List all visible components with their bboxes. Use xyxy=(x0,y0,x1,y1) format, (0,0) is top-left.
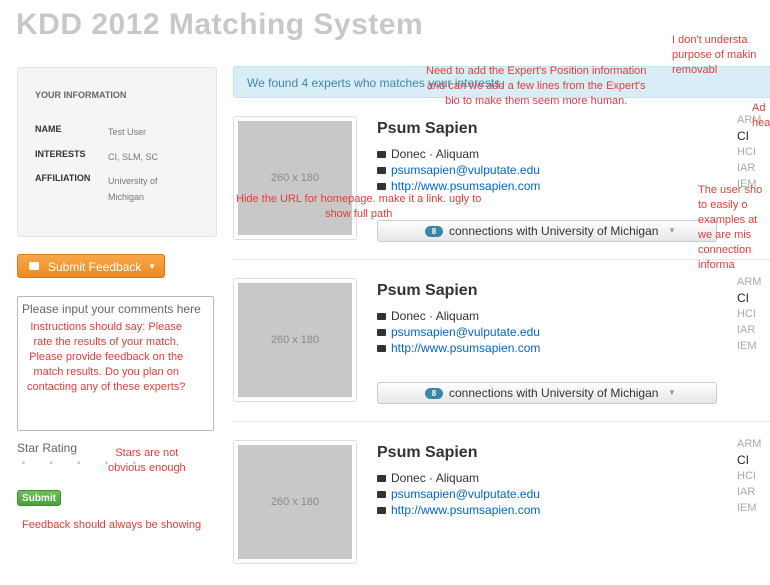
connections-count-badge: 8 xyxy=(425,388,443,399)
page-title: KDD 2012 Matching System xyxy=(16,8,424,41)
expert-homepage[interactable]: http://www.psumsapien.com xyxy=(377,503,540,517)
info-key: NAME xyxy=(35,124,62,134)
annotation-connections: The user sho to easily o examples at we … xyxy=(698,184,763,271)
briefcase-icon xyxy=(377,151,386,158)
caret-down-icon: ▼ xyxy=(668,226,676,235)
submit-feedback-button[interactable]: Submit Feedback ▼ xyxy=(17,254,165,278)
briefcase-icon xyxy=(377,183,386,190)
homepage-link[interactable]: http://www.psumsapien.com xyxy=(391,503,540,517)
briefcase-icon xyxy=(377,345,386,352)
annotation-header: Ad heade xyxy=(752,102,770,129)
expert-card: 260 x 180 Psum Sapien Donec · Aliquam ps… xyxy=(233,276,770,423)
submit-feedback-label: Submit Feedback xyxy=(48,260,142,274)
connections-button[interactable]: 8 connections with University of Michiga… xyxy=(377,382,717,404)
envelope-icon xyxy=(377,329,386,336)
tag: ARM xyxy=(737,438,762,450)
expert-card: 260 x 180 Psum Sapien Donec · Aliquam ps… xyxy=(233,438,770,585)
expert-position: Donec · Aliquam xyxy=(377,147,479,161)
connections-label: connections with University of Michigan xyxy=(449,386,659,400)
homepage-link[interactable]: http://www.psumsapien.com xyxy=(391,341,540,355)
email-link[interactable]: psumsapien@vulputate.edu xyxy=(391,163,540,177)
annotation-homepage-link: Hide the URL for homepage. make it a lin… xyxy=(236,193,482,220)
comments-placeholder: Please input your comments here xyxy=(22,302,201,316)
tag: ARM xyxy=(737,276,762,288)
tag: HCI xyxy=(737,470,756,482)
expert-name: Psum Sapien xyxy=(377,282,478,299)
tag: HCI xyxy=(737,146,756,158)
star-rating-label: Star Rating xyxy=(17,441,78,455)
homepage-link[interactable]: http://www.psumsapien.com xyxy=(391,179,540,193)
expert-card: 260 x 180 Psum Sapien Donec · Aliquam ps… xyxy=(233,114,770,261)
info-value: CI, SLM, SC xyxy=(108,152,159,162)
tag-active: CI xyxy=(737,453,749,467)
your-information-header: YOUR INFORMATION xyxy=(35,90,127,100)
annotation-stars: Stars are not obvious enough xyxy=(108,447,186,474)
tag: IAR xyxy=(737,486,756,498)
connections-count-badge: 8 xyxy=(425,226,443,237)
thumbnail-placeholder: 260 x 180 xyxy=(238,283,352,397)
info-value: University of Michigan xyxy=(108,176,158,202)
expert-tags: ARM CI HCI IAR IEM xyxy=(737,436,770,516)
expert-position: Donec · Aliquam xyxy=(377,471,479,485)
email-link[interactable]: psumsapien@vulputate.edu xyxy=(391,487,540,501)
expert-position: Donec · Aliquam xyxy=(377,309,479,323)
briefcase-icon xyxy=(377,313,386,320)
annotation-instructions: Instructions should say: Please rate the… xyxy=(27,321,186,393)
expert-homepage[interactable]: http://www.psumsapien.com xyxy=(377,179,540,193)
expert-email[interactable]: psumsapien@vulputate.edu xyxy=(377,163,540,177)
expert-email[interactable]: psumsapien@vulputate.edu xyxy=(377,487,540,501)
envelope-icon xyxy=(377,491,386,498)
envelope-icon xyxy=(377,167,386,174)
email-link[interactable]: psumsapien@vulputate.edu xyxy=(391,325,540,339)
tag: HCI xyxy=(737,308,756,320)
thumbnail-placeholder: 260 x 180 xyxy=(238,445,352,559)
tag: IEM xyxy=(737,340,757,352)
divider xyxy=(233,259,770,260)
annotation-position-info: Need to add the Expert's Position inform… xyxy=(426,65,647,107)
expert-name: Psum Sapien xyxy=(377,444,478,461)
expert-thumbnail: 260 x 180 xyxy=(233,440,357,564)
expert-thumbnail: 260 x 180 xyxy=(233,278,357,402)
info-value: Test User xyxy=(108,127,147,137)
tag: IAR xyxy=(737,162,756,174)
submit-button[interactable]: Submit xyxy=(17,490,61,506)
expert-email[interactable]: psumsapien@vulputate.edu xyxy=(377,325,540,339)
annotation-feedback: Feedback should always be showing xyxy=(22,519,202,531)
connections-label: connections with University of Michigan xyxy=(449,224,659,238)
info-key: AFFILIATION xyxy=(35,173,91,183)
expert-name: Psum Sapien xyxy=(377,120,478,137)
annotation-removable: I don't understa purpose of makin remova… xyxy=(672,34,757,76)
info-key: INTERESTS xyxy=(35,149,86,159)
comment-icon xyxy=(29,262,39,270)
briefcase-icon xyxy=(377,475,386,482)
expert-tags: ARM CI HCI IAR IEM xyxy=(737,274,770,354)
tag: IAR xyxy=(737,324,756,336)
tag: IEM xyxy=(737,502,757,514)
tag-active: CI xyxy=(737,291,749,305)
briefcase-icon xyxy=(377,507,386,514)
connections-button[interactable]: 8 connections with University of Michiga… xyxy=(377,220,717,242)
expert-homepage[interactable]: http://www.psumsapien.com xyxy=(377,341,540,355)
caret-down-icon: ▼ xyxy=(668,388,676,397)
divider xyxy=(233,421,770,422)
your-information-panel: YOUR INFORMATION NAME Test User INTEREST… xyxy=(17,67,217,237)
caret-down-icon: ▼ xyxy=(148,262,156,271)
